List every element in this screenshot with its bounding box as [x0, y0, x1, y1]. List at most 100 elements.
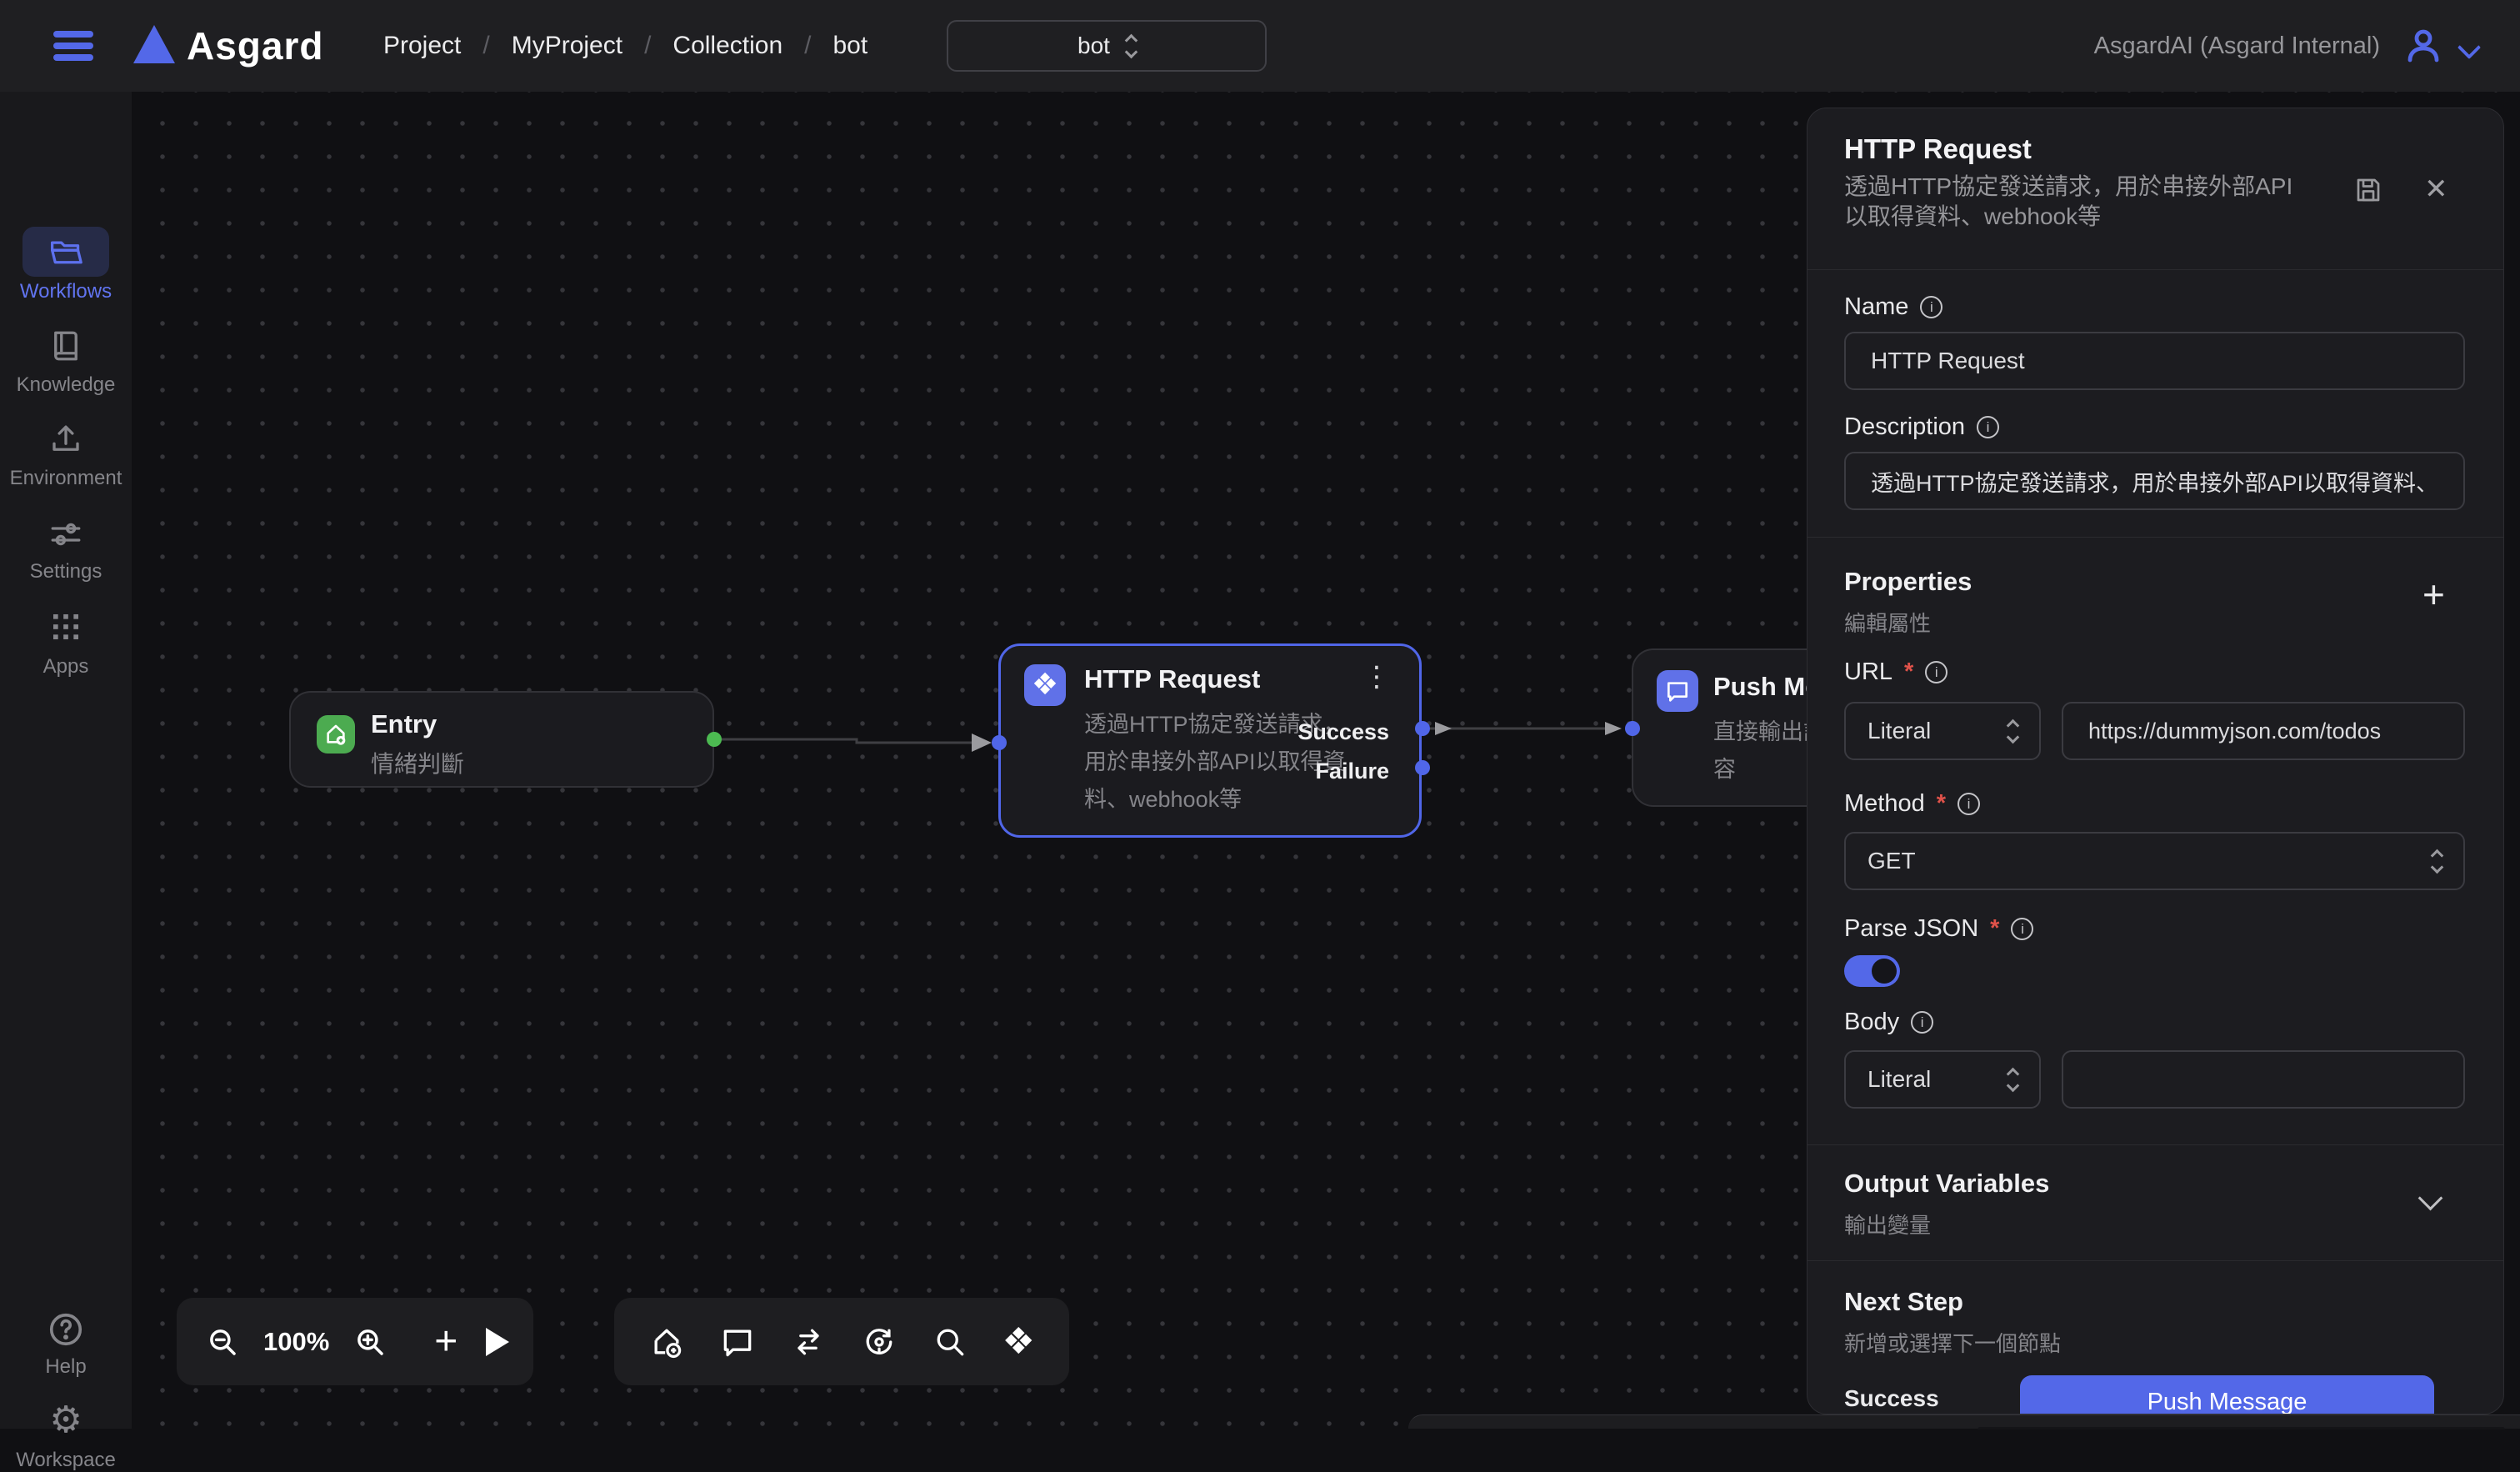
parse-json-toggle[interactable] — [1844, 955, 1900, 987]
info-icon[interactable]: i — [1925, 661, 1948, 683]
zoom-toolbar: 100% + — [177, 1298, 533, 1385]
body-mode-select[interactable]: Literal — [1844, 1050, 2041, 1109]
sidebar-item-apps[interactable] — [0, 610, 132, 648]
info-icon[interactable]: i — [1920, 296, 1942, 318]
info-icon[interactable]: i — [2011, 918, 2033, 940]
zoom-out-icon[interactable] — [205, 1324, 240, 1359]
panel-divider — [1808, 269, 2503, 270]
description-label: Description — [1844, 413, 1965, 441]
panel-divider — [1808, 1144, 2503, 1145]
left-sidebar: Workflows Knowledge Environment Settings — [0, 92, 132, 1429]
node-properties-panel: HTTP Request 透過HTTP協定發送請求，用於串接外部API以取得資料… — [1807, 108, 2504, 1414]
run-play-icon[interactable] — [481, 1328, 509, 1356]
http-diamond-icon: ❖ — [1024, 664, 1066, 706]
account-chevron-down-icon[interactable] — [2458, 37, 2480, 58]
sidebar-item-help[interactable] — [0, 1310, 132, 1353]
name-label: Name — [1844, 293, 1908, 321]
upload-icon — [48, 422, 83, 457]
next-step-title: Next Step — [1844, 1287, 1963, 1317]
entry-house-icon — [317, 715, 355, 754]
push-message-button-label: Push Message — [2148, 1389, 2308, 1414]
sidebar-label-help[interactable]: Help — [0, 1355, 132, 1379]
breadcrumb-separator: / — [482, 32, 489, 60]
node-http-request[interactable]: ❖ HTTP Request ⋮ 透過HTTP協定發送請求，用於串接外部API以… — [998, 643, 1422, 838]
body-label: Body — [1844, 1009, 1899, 1036]
url-input-value: https://dummyjson.com/todos — [2088, 718, 2381, 744]
info-icon[interactable]: i — [1958, 793, 1980, 815]
save-icon[interactable] — [2353, 175, 2383, 205]
sidebar-label-workflows[interactable]: Workflows — [0, 280, 132, 303]
chat-bubble-icon — [1657, 670, 1698, 712]
url-input[interactable]: https://dummyjson.com/todos — [2062, 702, 2465, 760]
name-input-value: HTTP Request — [1871, 348, 2025, 374]
output-variables-title: Output Variables — [1844, 1169, 2049, 1199]
info-icon[interactable]: i — [1977, 416, 1999, 438]
body-mode-value: Literal — [1868, 1066, 1931, 1093]
search-icon[interactable] — [932, 1324, 968, 1360]
app-title: Asgard — [187, 23, 323, 68]
breadcrumb-myproject[interactable]: MyProject — [512, 32, 622, 60]
breadcrumb-collection[interactable]: Collection — [672, 32, 782, 60]
url-mode-value: Literal — [1868, 718, 1931, 744]
sidebar-label-workspace[interactable]: Workspace — [0, 1449, 132, 1472]
port-label-success: Success — [1298, 719, 1389, 745]
select-updown-icon — [2008, 721, 2018, 742]
top-bar: Asgard Project / MyProject / Collection … — [0, 0, 2520, 92]
next-step-subtitle: 新增或選擇下一個節點 — [1844, 1327, 2061, 1358]
grid-icon — [49, 610, 82, 643]
method-select-value: GET — [1868, 848, 1916, 874]
sidebar-label-apps[interactable]: Apps — [0, 655, 132, 678]
sidebar-item-settings[interactable] — [0, 517, 132, 556]
workflow-selector[interactable]: bot — [947, 20, 1267, 72]
account-label: AsgardAI (Asgard Internal) — [2094, 0, 2380, 92]
required-asterisk: * — [1990, 915, 1999, 943]
port-label-failure: Failure — [1315, 759, 1389, 784]
sidebar-item-environment[interactable] — [0, 422, 132, 461]
hamburger-menu-icon[interactable] — [53, 31, 93, 61]
method-select[interactable]: GET — [1844, 832, 2465, 890]
user-icon[interactable] — [2403, 25, 2443, 65]
method-label: Method — [1844, 790, 1925, 818]
breadcrumb: Project / MyProject / Collection / bot — [383, 0, 868, 92]
fit-view-diamond-icon[interactable]: ❖ — [1002, 1324, 1035, 1360]
panel-divider — [1808, 1260, 2503, 1261]
node-entry[interactable]: Entry 情緒判斷 — [289, 691, 714, 788]
node-menu-kebab-icon[interactable]: ⋮ — [1362, 663, 1391, 691]
panel-divider — [1808, 537, 2503, 538]
toggle-knob — [1872, 959, 1897, 984]
breadcrumb-project[interactable]: Project — [383, 32, 461, 60]
sidebar-item-workspace[interactable]: ⚙ — [0, 1402, 132, 1439]
body-label-row: Body i — [1844, 1009, 1933, 1036]
swap-arrows-icon[interactable] — [790, 1324, 827, 1360]
sidebar-item-knowledge[interactable] — [0, 328, 132, 368]
sidebar-label-settings[interactable]: Settings — [0, 560, 132, 583]
bottom-drawer[interactable] — [1408, 1414, 2520, 1429]
select-updown-icon — [2432, 851, 2442, 872]
close-icon[interactable]: ✕ — [2424, 175, 2448, 203]
breadcrumb-bot[interactable]: bot — [833, 32, 868, 60]
name-label-row: Name i — [1844, 293, 1942, 321]
sidebar-label-knowledge[interactable]: Knowledge — [0, 373, 132, 397]
refresh-idea-icon[interactable] — [861, 1324, 898, 1360]
properties-title: Properties — [1844, 567, 1972, 597]
properties-subtitle: 編輯屬性 — [1844, 607, 1931, 638]
output-variables-chevron-down-icon[interactable] — [2420, 1188, 2442, 1209]
add-property-plus-icon[interactable]: + — [2422, 575, 2445, 613]
method-label-row: Method * i — [1844, 790, 1980, 818]
description-label-row: Description i — [1844, 413, 1999, 441]
info-icon[interactable]: i — [1911, 1011, 1933, 1034]
description-input[interactable]: 透過HTTP協定發送請求，用於串接外部API以取得資料、 — [1844, 452, 2465, 510]
comment-bubble-icon[interactable] — [719, 1324, 756, 1360]
parse-json-label: Parse JSON — [1844, 915, 1978, 943]
next-step-push-message-button[interactable]: Push Message — [2020, 1375, 2434, 1414]
add-entry-node-icon[interactable] — [648, 1324, 685, 1360]
url-mode-select[interactable]: Literal — [1844, 702, 2041, 760]
asgard-logo-icon — [133, 25, 175, 63]
add-node-plus-icon[interactable]: + — [434, 1319, 458, 1364]
name-input[interactable]: HTTP Request — [1844, 332, 2465, 390]
zoom-in-icon[interactable] — [352, 1324, 388, 1359]
sidebar-item-workflows[interactable] — [22, 227, 109, 277]
select-updown-icon — [1127, 36, 1136, 57]
sidebar-label-environment[interactable]: Environment — [0, 467, 132, 490]
body-input[interactable] — [2062, 1050, 2465, 1109]
